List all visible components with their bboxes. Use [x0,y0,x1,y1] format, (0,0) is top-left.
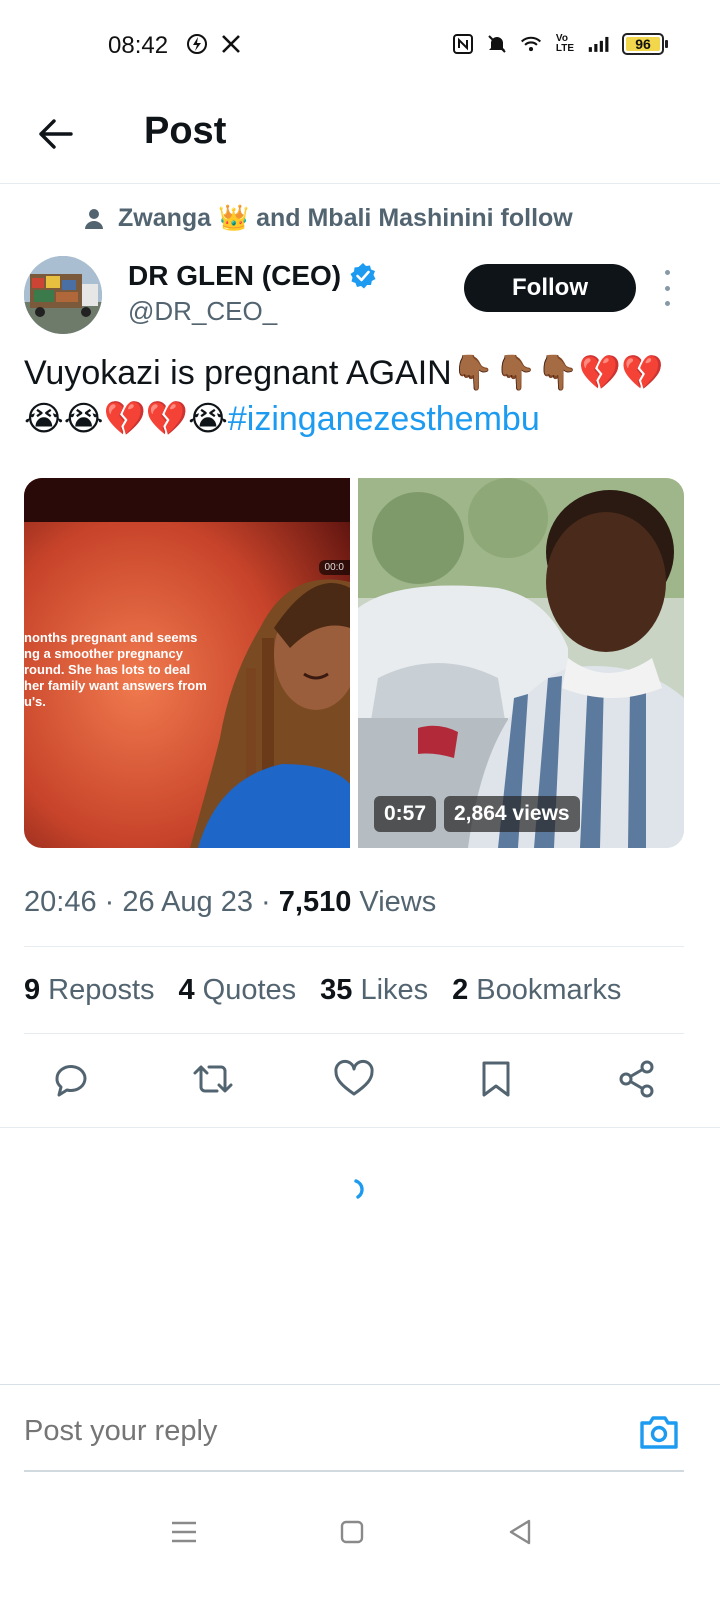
signal-icon [588,32,610,56]
bookmark-button[interactable] [473,1056,519,1102]
repost-button[interactable] [190,1056,236,1102]
person-icon [85,208,103,229]
author-name-text: DR GLEN (CEO) [128,260,342,291]
volte-icon: Vo LTE [555,33,575,54]
like-icon [334,1059,374,1096]
views-count: 7,510 [278,886,352,918]
reply-composer [0,1384,720,1472]
author-handle[interactable]: @DR_CEO_ [128,296,277,327]
action-bar [24,1056,684,1108]
social-context[interactable]: Zwanga 👑 and Mbali Mashinini follow [84,204,573,233]
engagement-stats: 9 Reposts 4 Quotes 35 Likes 2 Bookmarks [24,974,621,1007]
reply-icon [55,1065,87,1097]
tweet-time: 20:46 [24,886,97,918]
caption-line: u's. [24,694,46,709]
loading-spinner-icon [352,1178,372,1200]
status-right-icons: Vo LTE 96 [452,32,668,56]
wifi-icon [520,32,542,56]
recent-apps-button[interactable] [162,1510,206,1554]
media-grid: 00:0 nonths pregnant and seems ng a smoo… [24,478,684,848]
status-time: 08:42 [108,32,169,59]
video-views-badge: 2,864 views [444,796,580,832]
caption-line: her family want answers from [24,678,207,693]
page-title: Post [144,110,227,152]
home-square-icon [340,1520,364,1544]
status-left-icons [186,32,242,56]
follow-button[interactable]: Follow [464,264,636,312]
quotes-count: 4 [178,974,195,1006]
caption-line: round. She has lots to deal [24,662,191,677]
battery-level: 96 [635,36,651,52]
views-label: Views [359,886,437,918]
media-video-right[interactable]: 0:57 2,864 views [358,478,684,848]
tweet-date: 26 Aug 23 [122,886,253,918]
lightning-icon [186,32,208,56]
reply-button[interactable] [48,1056,94,1102]
reply-input[interactable] [24,1415,584,1448]
status-bar: 08:42 Vo LTE 96 [0,0,720,90]
section-divider [0,1127,720,1128]
media-image-left[interactable]: 00:0 nonths pregnant and seems ng a smoo… [24,478,350,848]
bookmarks-label: Bookmarks [476,974,622,1006]
camera-icon [640,1416,678,1449]
bookmarks-stat[interactable]: 2 Bookmarks [452,974,621,1007]
tweet-meta: 20:46 · 26 Aug 23 · 7,510 Views [24,886,436,919]
avatar[interactable] [24,256,102,334]
camera-button[interactable] [638,1413,680,1451]
bookmark-icon [482,1061,509,1097]
likes-label: Likes [360,974,429,1006]
back-nav-button[interactable] [498,1510,542,1554]
likes-count: 35 [320,974,353,1006]
media-timer: 00:0 [318,560,350,575]
bookmarks-count: 2 [452,974,469,1006]
verified-badge-icon [350,263,376,289]
back-button[interactable] [34,112,78,156]
x-logo-icon [220,32,242,56]
social-context-text: Zwanga 👑 and Mbali Mashinini follow [118,204,573,232]
reposts-stat[interactable]: 9 Reposts [24,974,155,1007]
battery-icon: 96 [622,33,668,55]
back-triangle-icon [509,1519,531,1545]
caption-line: ng a smoother pregnancy [24,646,183,661]
system-nav-bar [0,1490,720,1600]
like-button[interactable] [331,1056,377,1102]
hashtag-link[interactable]: #izinganezesthembu [228,400,540,438]
tweet-text: Vuyokazi is pregnant AGAIN👇🏾👇🏾👇🏾💔💔😭😭💔💔😭#… [24,350,696,442]
reposts-count: 9 [24,974,41,1006]
reply-underline [24,1470,684,1472]
caption-line: nonths pregnant and seems [24,630,198,645]
author-name[interactable]: DR GLEN (CEO) [128,260,377,292]
quotes-stat[interactable]: 4 Quotes [179,974,297,1007]
share-button[interactable] [614,1056,660,1102]
meta-separator: · [96,886,123,918]
share-icon [619,1060,654,1098]
quotes-label: Quotes [202,974,297,1006]
more-options-icon[interactable] [660,270,674,306]
menu-icon [172,1521,196,1543]
divider [24,1033,684,1034]
likes-stat[interactable]: 35 Likes [320,974,428,1007]
home-button[interactable] [330,1510,374,1554]
nfc-icon [452,32,474,56]
reposts-label: Reposts [48,974,155,1006]
divider [24,946,684,947]
media-caption: nonths pregnant and seems ng a smoother … [24,630,224,710]
app-header: Post [0,90,720,184]
video-duration-badge: 0:57 [374,796,437,832]
back-arrow-icon [39,119,73,149]
meta-separator: · [253,886,279,918]
repost-icon [193,1065,232,1093]
mute-icon [486,32,508,56]
